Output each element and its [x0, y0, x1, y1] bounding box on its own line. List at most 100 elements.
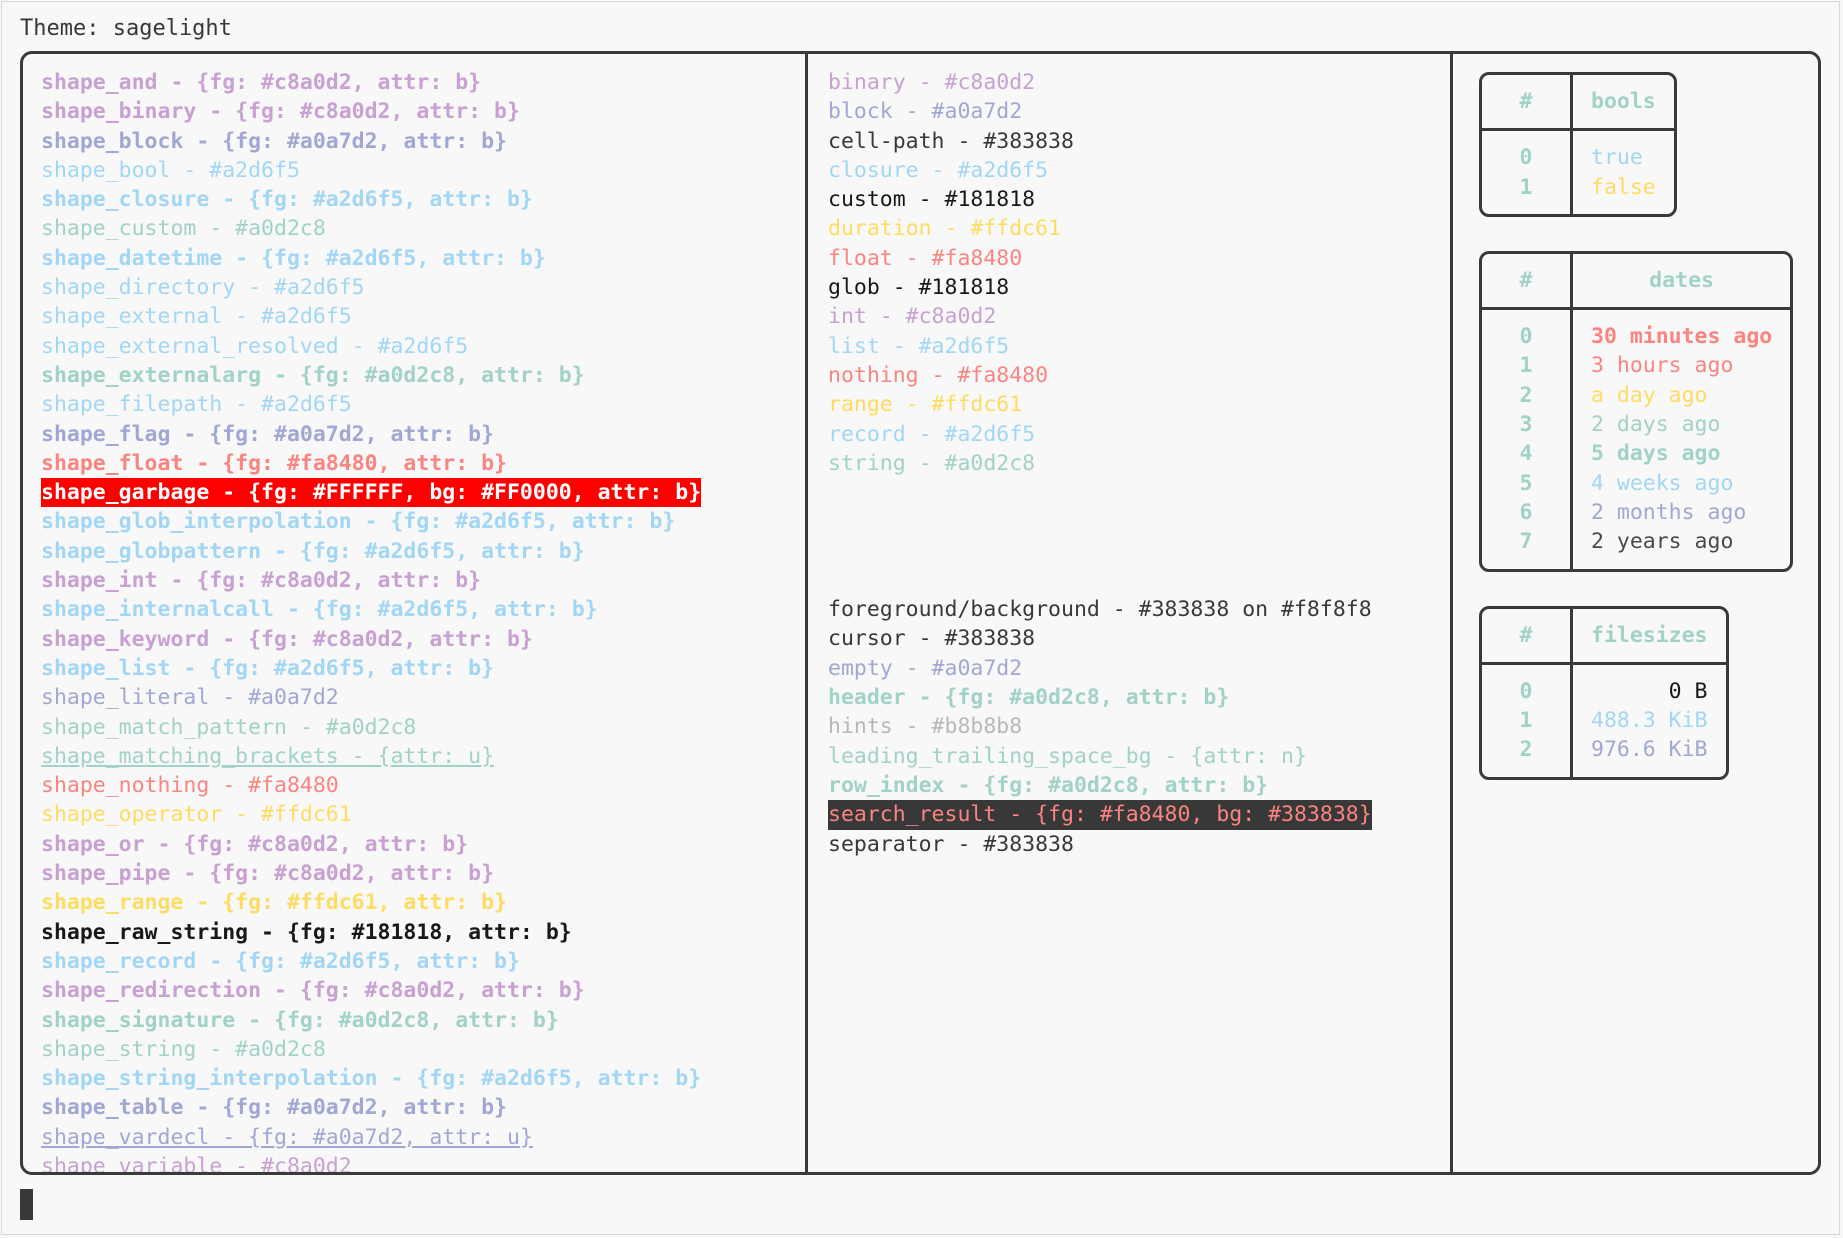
type-line: range - #ffdc61	[828, 392, 1023, 418]
type-line: glob - #181818	[828, 275, 1010, 301]
row-index: 1	[1482, 172, 1573, 214]
shape-line: shape_raw_string - {fg: #181818, attr: b…	[41, 919, 572, 945]
shape-line: shape_redirection - {fg: #c8a0d2, attr: …	[41, 978, 585, 1004]
column-header-index: #	[1482, 75, 1573, 132]
table-row: 2 a day ago	[1482, 380, 1790, 411]
shape-line: shape_bool - #a2d6f5	[41, 157, 300, 183]
shape-line: shape_signature - {fg: #a0d2c8, attr: b}	[41, 1007, 559, 1033]
cell-value: 0 B	[1668, 678, 1708, 704]
table-bools: # bools 0 true 1 false	[1479, 72, 1677, 217]
shape-line: shape_glob_interpolation - {fg: #a2d6f5,…	[41, 509, 676, 535]
shape-line: shape_closure - {fg: #a2d6f5, attr: b}	[41, 187, 533, 213]
theme-preview-panel: shape_and - {fg: #c8a0d2, attr: b} shape_…	[20, 51, 1821, 1175]
shape-line: shape_filepath - #a2d6f5	[41, 392, 352, 418]
table-row: 1 3 hours ago	[1482, 351, 1790, 381]
shape-line: shape_external_resolved - #a2d6f5	[41, 333, 469, 359]
table-row: 1 488.3 KiB	[1482, 706, 1726, 736]
cell-value: 5 days ago	[1591, 441, 1721, 467]
type-line: block - #a0a7d2	[828, 99, 1023, 125]
table-row: 7 2 years ago	[1482, 527, 1790, 569]
cursor-row	[2, 1175, 1839, 1220]
cell-value: 4 weeks ago	[1591, 470, 1734, 496]
types-list: binary - #c8a0d2 block - #a0a7d2 cell-path…	[828, 68, 1450, 478]
row-index: 7	[1482, 527, 1573, 569]
column-spacer	[828, 478, 1450, 595]
table-header-row: # dates	[1482, 253, 1791, 311]
shape-line: shape_match_pattern - #a0d2c8	[41, 714, 417, 740]
cell-value: true	[1591, 145, 1643, 171]
cell-value: 976.6 KiB	[1591, 737, 1708, 763]
table-row: 6 2 months ago	[1482, 497, 1790, 528]
table-filesizes: # filesizes 0 0 B 1 488.3 KiB 2 976.6 KiB	[1479, 605, 1729, 780]
table-row: 5 4 weeks ago	[1482, 468, 1790, 498]
cell-value: 3 hours ago	[1591, 353, 1734, 379]
shape-line: shape_datetime - {fg: #a2d6f5, attr: b}	[41, 245, 546, 271]
column-header-filesizes: filesizes	[1573, 609, 1726, 665]
ui-element-line: leading_trailing_space_bg - {attr: n}	[828, 743, 1307, 769]
row-index: 1	[1482, 351, 1573, 381]
shape-line: shape_pipe - {fg: #c8a0d2, attr: b}	[41, 861, 495, 887]
column-header-index: #	[1482, 253, 1573, 311]
shape-line: shape_string - #a0d2c8	[41, 1036, 326, 1062]
type-line: string - #a0d2c8	[828, 450, 1036, 476]
row-index: 0	[1482, 131, 1573, 173]
shape-line: shape_globpattern - {fg: #a2d6f5, attr: …	[41, 538, 585, 564]
table-row: 4 5 days ago	[1482, 439, 1790, 469]
row-index: 1	[1482, 706, 1573, 736]
column-header-bools: bools	[1573, 75, 1674, 132]
type-line: list - #a2d6f5	[828, 333, 1010, 359]
type-line: record - #a2d6f5	[828, 421, 1036, 447]
cell-value: 488.3 KiB	[1591, 708, 1708, 734]
type-line: nothing - #fa8480	[828, 362, 1049, 388]
row-index: 2	[1482, 380, 1573, 411]
tables-column: # bools 0 true 1 false # dates 0 30 minutes ago 1 3…	[1453, 54, 1818, 1172]
ui-elements-list: foreground/background - #383838 on #f8f8…	[828, 595, 1450, 859]
table-row: 0 0 B	[1482, 664, 1726, 707]
shape-line: shape_and - {fg: #c8a0d2, attr: b}	[41, 70, 482, 95]
row-index: 6	[1482, 497, 1573, 528]
type-line: float - #fa8480	[828, 245, 1023, 271]
type-line: custom - #181818	[828, 187, 1036, 213]
ui-element-line: separator - #383838	[828, 831, 1074, 857]
shape-line: shape_externalarg - {fg: #a0d2c8, attr: …	[41, 362, 585, 388]
ui-element-line: cursor - #383838	[828, 626, 1036, 652]
table-dates: # dates 0 30 minutes ago 1 3 hours ago 2 a day …	[1479, 250, 1794, 572]
row-index: 2	[1482, 735, 1573, 777]
shape-line: shape_internalcall - {fg: #a2d6f5, attr:…	[41, 597, 598, 623]
shape-line: shape_garbage - {fg: #FFFFFF, bg: #FF000…	[41, 478, 702, 508]
terminal-cursor	[20, 1189, 33, 1220]
shape-line: shape_custom - #a0d2c8	[41, 216, 326, 242]
shape-line: shape_external - #a2d6f5	[41, 304, 352, 330]
row-index: 4	[1482, 439, 1573, 469]
shape-line: shape_int - {fg: #c8a0d2, attr: b}	[41, 568, 482, 594]
table-row: 1 false	[1482, 172, 1674, 214]
ui-element-line: row_index - {fg: #a0d2c8, attr: b}	[828, 772, 1269, 798]
shape-line: shape_operator - #ffdc61	[41, 802, 352, 828]
shape-line: shape_nothing - #fa8480	[41, 773, 339, 799]
shape-line: shape_flag - {fg: #a0a7d2, attr: b}	[41, 421, 495, 447]
row-index: 3	[1482, 410, 1573, 440]
shape-line: shape_string_interpolation - {fg: #a2d6f…	[41, 1066, 702, 1092]
shape-line: shape_directory - #a2d6f5	[41, 275, 365, 301]
shapes-column: shape_and - {fg: #c8a0d2, attr: b} shape_…	[23, 54, 808, 1172]
ui-element-line: header - {fg: #a0d2c8, attr: b}	[828, 685, 1230, 711]
table-row: 2 976.6 KiB	[1482, 735, 1726, 777]
shape-line: shape_keyword - {fg: #c8a0d2, attr: b}	[41, 626, 533, 652]
shape-line: shape_list - {fg: #a2d6f5, attr: b}	[41, 655, 495, 681]
shape-line: shape_matching_brackets - {attr: u}	[41, 743, 495, 769]
cell-value: 2 days ago	[1591, 412, 1721, 438]
shape-line: shape_block - {fg: #a0a7d2, attr: b}	[41, 128, 507, 154]
type-line: closure - #a2d6f5	[828, 157, 1049, 183]
ui-element-line: foreground/background - #383838 on #f8f8…	[828, 597, 1372, 623]
shape-line: shape_literal - #a0a7d2	[41, 685, 339, 711]
cell-value: a day ago	[1591, 382, 1708, 408]
table-row: 3 2 days ago	[1482, 410, 1790, 440]
ui-element-line: empty - #a0a7d2	[828, 655, 1023, 681]
column-header-index: #	[1482, 608, 1573, 665]
terminal-window: Theme: sagelight shape_and - {fg: #c8a0d…	[1, 1, 1840, 1235]
column-header-dates: dates	[1573, 254, 1791, 311]
row-index: 0	[1482, 664, 1573, 707]
shape-line: shape_float - {fg: #fa8480, attr: b}	[41, 450, 507, 476]
shape-line: shape_record - {fg: #a2d6f5, attr: b}	[41, 948, 520, 974]
shape-line: shape_vardecl - {fg: #a0a7d2, attr: u}	[41, 1124, 533, 1150]
